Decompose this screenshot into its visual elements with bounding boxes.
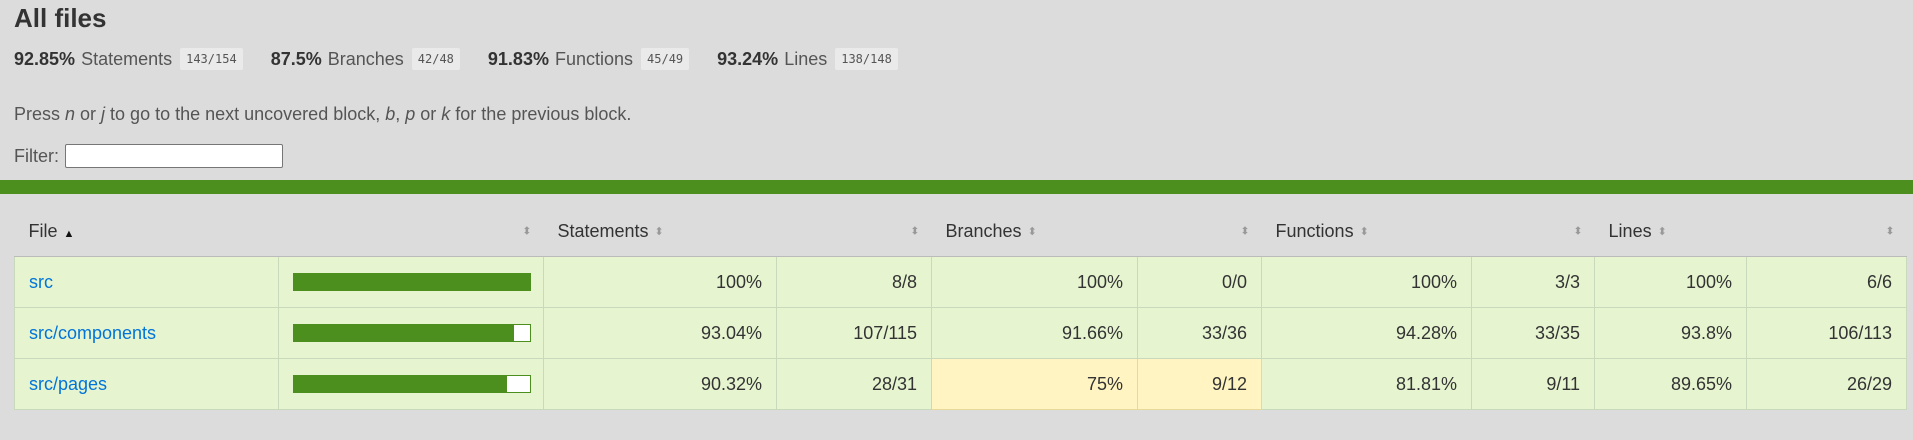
summary-pct: 92.85% bbox=[14, 48, 76, 69]
summary-pct: 91.83% bbox=[487, 48, 549, 69]
column-label: Branches bbox=[945, 220, 1022, 241]
sort-icon[interactable]: ⬍ bbox=[910, 225, 919, 238]
branches-pct: 75% bbox=[931, 358, 1139, 410]
coverage-bar-fill bbox=[294, 274, 530, 290]
coverage-bar-cell bbox=[278, 256, 544, 308]
filter-input[interactable] bbox=[65, 144, 283, 168]
lines-frac: 106/113 bbox=[1746, 307, 1908, 359]
hint-key: p bbox=[405, 104, 416, 124]
summary-lines: 93.24% Lines 138/148 bbox=[717, 48, 898, 70]
hint-text: to go to the next uncovered block, bbox=[105, 104, 386, 124]
column-label: Lines bbox=[1608, 220, 1652, 241]
column-header-functions[interactable]: Functions ⬍ ⬍ bbox=[1261, 206, 1595, 257]
file-cell: src bbox=[14, 256, 279, 308]
functions-frac: 3/3 bbox=[1471, 256, 1596, 308]
hint-key: b bbox=[385, 104, 396, 124]
coverage-bar-cell bbox=[278, 307, 544, 359]
summary-fraction: 143/154 bbox=[180, 48, 243, 70]
coverage-summary: 92.85% Statements 143/154 87.5% Branches… bbox=[14, 46, 1899, 72]
hint-text: , bbox=[395, 104, 406, 124]
hint-key: n bbox=[65, 104, 76, 124]
file-link[interactable]: src/components bbox=[29, 323, 156, 343]
coverage-bar bbox=[293, 324, 531, 342]
column-label: Functions bbox=[1275, 220, 1354, 241]
coverage-status-bar bbox=[0, 180, 1913, 194]
summary-fraction: 138/148 bbox=[835, 48, 898, 70]
functions-pct: 100% bbox=[1261, 256, 1473, 308]
sort-icon: ⬍ bbox=[1359, 226, 1369, 239]
lines-pct: 100% bbox=[1594, 256, 1748, 308]
file-cell: src/components bbox=[14, 307, 279, 359]
summary-pct: 87.5% bbox=[270, 48, 322, 69]
statements-pct: 90.32% bbox=[543, 358, 777, 410]
lines-pct: 89.65% bbox=[1594, 358, 1748, 410]
coverage-bar-fill bbox=[294, 376, 508, 392]
table-header-row: File ▲ ⬍ Statements ⬍ ⬍ Branches ⬍ ⬍ Functi… bbox=[14, 206, 1907, 257]
lines-frac: 26/29 bbox=[1746, 358, 1908, 410]
sort-icon: ⬍ bbox=[654, 226, 664, 239]
statements-frac: 28/31 bbox=[775, 358, 933, 410]
coverage-table: File ▲ ⬍ Statements ⬍ ⬍ Branches ⬍ ⬍ Functi… bbox=[14, 206, 1908, 410]
column-label: File bbox=[28, 220, 58, 241]
coverage-bar bbox=[293, 273, 531, 291]
hint-text: Press bbox=[14, 104, 66, 124]
sort-icon: ⬍ bbox=[1027, 226, 1037, 239]
summary-statements: 92.85% Statements 143/154 bbox=[14, 48, 243, 70]
table-row: src 100% 8/8 100% 0/0 100% 3/3 100% 6/6 bbox=[14, 256, 1908, 308]
summary-name: Branches bbox=[327, 48, 404, 69]
column-label: Statements bbox=[557, 220, 649, 241]
branches-frac: 33/36 bbox=[1137, 307, 1263, 359]
summary-name: Statements bbox=[81, 48, 173, 69]
summary-fraction: 42/48 bbox=[411, 48, 460, 70]
branches-pct: 91.66% bbox=[931, 307, 1139, 359]
filter-label: Filter: bbox=[14, 145, 59, 166]
functions-pct: 94.28% bbox=[1261, 307, 1473, 359]
filter-row: Filter: bbox=[14, 144, 1899, 168]
sort-asc-icon: ▲ bbox=[63, 227, 75, 240]
summary-functions: 91.83% Functions 45/49 bbox=[487, 48, 690, 70]
coverage-bar-cell bbox=[278, 358, 544, 410]
statements-pct: 100% bbox=[543, 256, 777, 308]
functions-pct: 81.81% bbox=[1261, 358, 1473, 410]
lines-pct: 93.8% bbox=[1594, 307, 1748, 359]
statements-frac: 8/8 bbox=[775, 256, 933, 308]
lines-frac: 6/6 bbox=[1746, 256, 1908, 308]
keyboard-hint: Press n or j to go to the next uncovered… bbox=[14, 102, 1899, 126]
summary-fraction: 45/49 bbox=[641, 48, 690, 70]
functions-frac: 33/35 bbox=[1471, 307, 1596, 359]
file-link[interactable]: src bbox=[29, 272, 53, 292]
summary-branches: 87.5% Branches 42/48 bbox=[271, 48, 460, 70]
column-header-file[interactable]: File ▲ ⬍ bbox=[14, 206, 544, 257]
sort-icon[interactable]: ⬍ bbox=[1240, 225, 1249, 238]
branches-frac: 0/0 bbox=[1137, 256, 1263, 308]
summary-pct: 93.24% bbox=[717, 48, 779, 69]
summary-name: Functions bbox=[554, 48, 634, 69]
column-header-branches[interactable]: Branches ⬍ ⬍ bbox=[931, 206, 1262, 257]
sort-icon[interactable]: ⬍ bbox=[1885, 225, 1894, 238]
functions-frac: 9/11 bbox=[1471, 358, 1596, 410]
branches-frac: 9/12 bbox=[1137, 358, 1263, 410]
branches-pct: 100% bbox=[931, 256, 1139, 308]
hint-key: k bbox=[441, 104, 451, 124]
statements-frac: 107/115 bbox=[775, 307, 933, 359]
page-title: All files bbox=[14, 3, 107, 33]
sort-icon: ⬍ bbox=[1657, 226, 1667, 239]
table-row: src/components 93.04% 107/115 91.66% 33/… bbox=[14, 307, 1908, 359]
column-header-statements[interactable]: Statements ⬍ ⬍ bbox=[543, 206, 932, 257]
column-header-lines[interactable]: Lines ⬍ ⬍ bbox=[1594, 206, 1907, 257]
hint-text: for the previous block. bbox=[450, 104, 632, 124]
table-row: src/pages 90.32% 28/31 75% 9/12 81.81% 9… bbox=[14, 358, 1908, 410]
sort-icon[interactable]: ⬍ bbox=[1573, 225, 1582, 238]
hint-text: or bbox=[415, 104, 442, 124]
file-link[interactable]: src/pages bbox=[29, 374, 107, 394]
statements-pct: 93.04% bbox=[543, 307, 777, 359]
sort-icon[interactable]: ⬍ bbox=[522, 225, 531, 238]
coverage-bar bbox=[293, 375, 531, 393]
summary-name: Lines bbox=[784, 48, 828, 69]
hint-text: or bbox=[75, 104, 102, 124]
file-cell: src/pages bbox=[14, 358, 279, 410]
coverage-bar-fill bbox=[294, 325, 514, 341]
